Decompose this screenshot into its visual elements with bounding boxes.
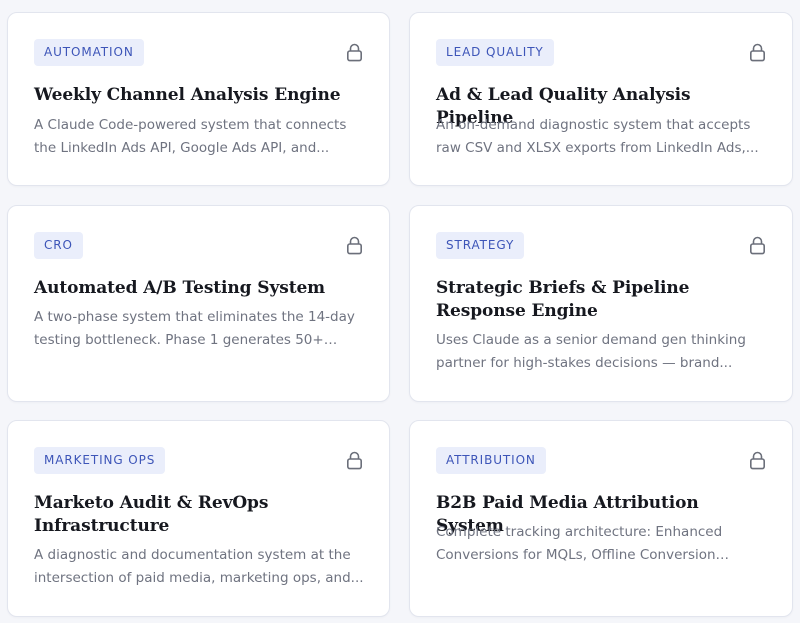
category-tag: STRATEGY bbox=[436, 232, 525, 259]
card-title: Marketo Audit & RevOps Infrastructure bbox=[34, 493, 269, 536]
project-card-weekly-channel-analysis[interactable]: AUTOMATION Weekly Channel Analysis Engin… bbox=[7, 12, 390, 186]
card-description: Uses Claude as a senior demand gen think… bbox=[436, 332, 746, 371]
card-description: An on-demand diagnostic system that acce… bbox=[436, 117, 759, 156]
project-card-ab-testing[interactable]: CRO Automated A/B Testing System A two-p… bbox=[7, 205, 390, 402]
category-tag: AUTOMATION bbox=[34, 39, 144, 66]
lock-icon bbox=[346, 451, 362, 470]
lock-icon bbox=[749, 451, 765, 470]
card-title: Strategic Briefs & Pipeline Response Eng… bbox=[436, 278, 690, 321]
category-tag: LEAD QUALITY bbox=[436, 39, 554, 66]
lock-icon bbox=[346, 236, 362, 255]
card-description: A diagnostic and documentation system at… bbox=[34, 547, 364, 586]
category-tag: MARKETING OPS bbox=[34, 447, 166, 474]
project-card-b2b-attribution[interactable]: ATTRIBUTION B2B Paid Media Attribution S… bbox=[409, 420, 793, 617]
card-description: A two-phase system that eliminates the 1… bbox=[34, 309, 355, 348]
card-title: Weekly Channel Analysis Engine bbox=[34, 85, 341, 105]
category-tag: ATTRIBUTION bbox=[436, 447, 546, 474]
card-description: A Claude Code-powered system that connec… bbox=[34, 117, 347, 156]
project-card-ad-lead-quality[interactable]: LEAD QUALITY Ad & Lead Quality Analysis … bbox=[409, 12, 793, 186]
category-tag: CRO bbox=[34, 232, 83, 259]
lock-icon bbox=[749, 236, 765, 255]
project-card-marketo-audit[interactable]: MARKETING OPS Marketo Audit & RevOps Inf… bbox=[7, 420, 390, 617]
card-description: Complete tracking architecture: Enhanced… bbox=[436, 524, 723, 563]
card-title: Automated A/B Testing System bbox=[34, 278, 326, 298]
lock-icon bbox=[346, 43, 362, 62]
lock-icon bbox=[749, 43, 765, 62]
project-card-strategic-briefs[interactable]: STRATEGY Strategic Briefs & Pipeline Res… bbox=[409, 205, 793, 402]
project-card-grid: AUTOMATION Weekly Channel Analysis Engin… bbox=[0, 0, 800, 623]
